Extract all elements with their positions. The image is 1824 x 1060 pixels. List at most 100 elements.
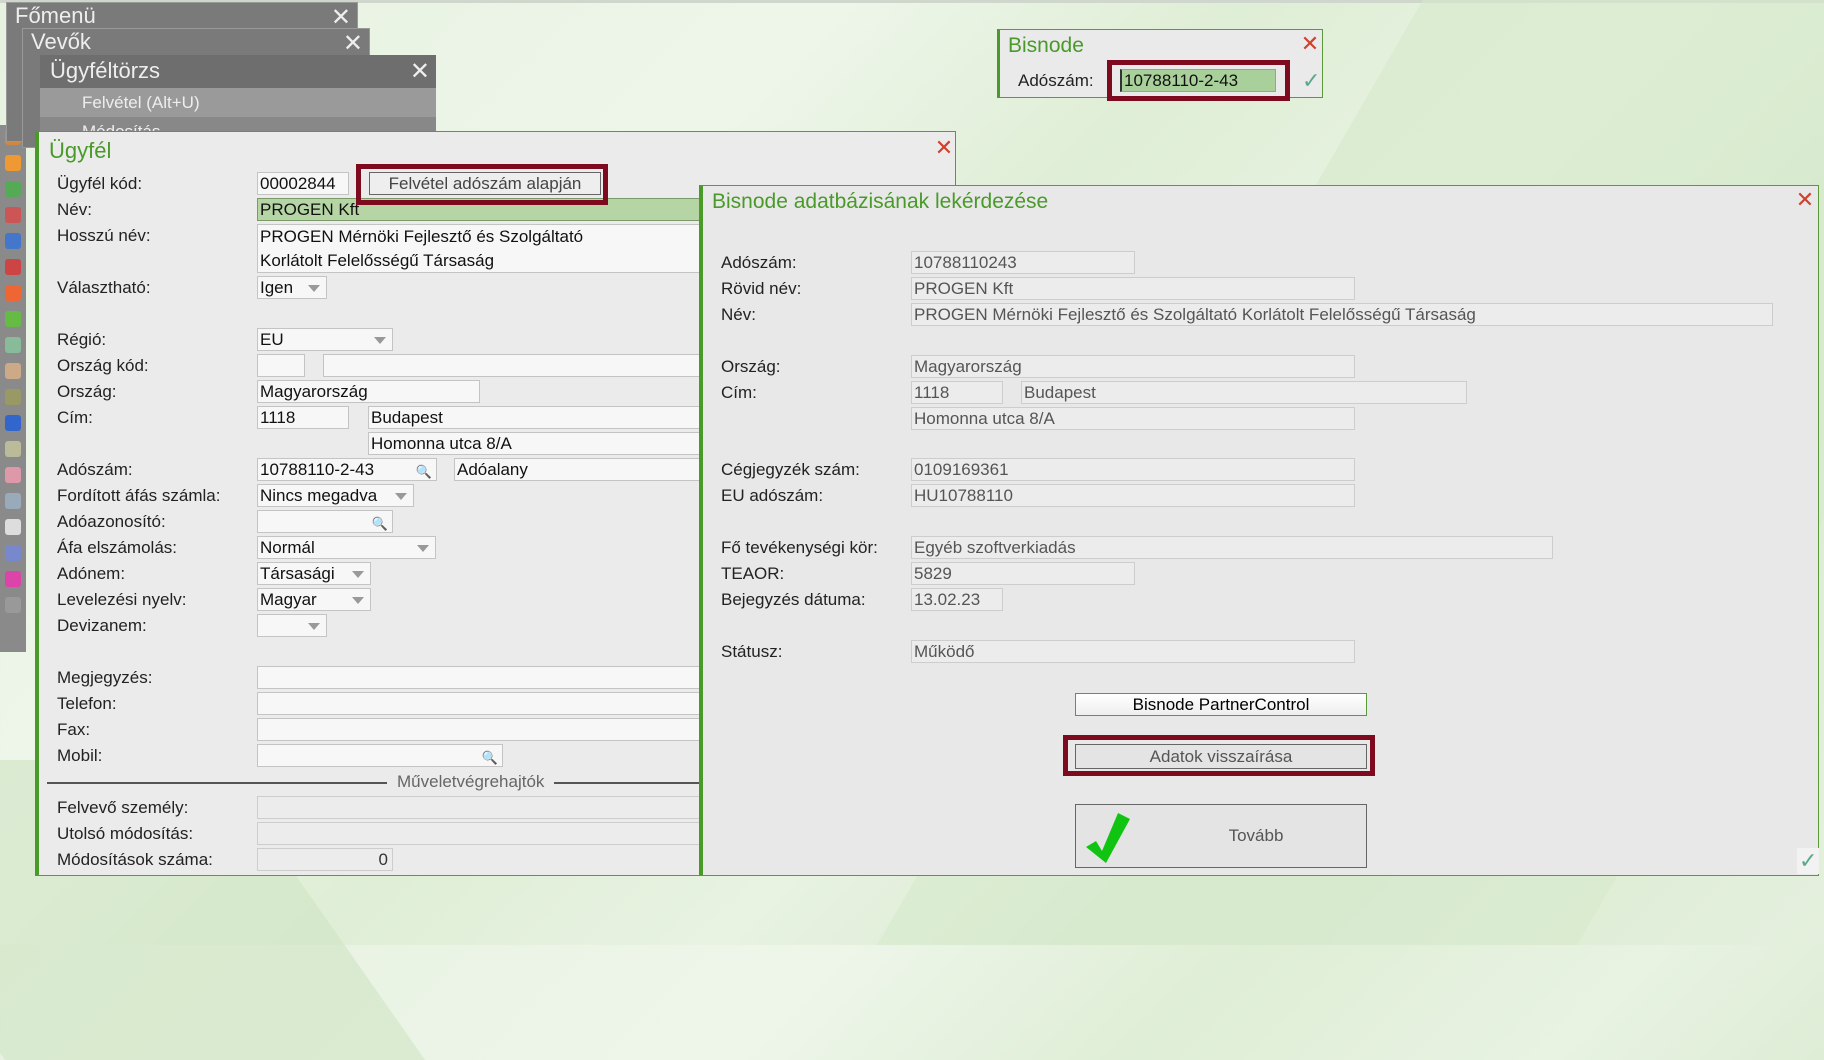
tools-icon[interactable] [5, 493, 21, 509]
country-code-field[interactable] [257, 354, 305, 377]
query-zip-field: 1118 [911, 381, 1003, 404]
label: Ország kód: [57, 356, 149, 375]
check-icon[interactable]: ✓ [1302, 68, 1320, 94]
reverse-vat-select[interactable]: Nincs megadva [257, 484, 414, 507]
label: Ország: [57, 382, 117, 401]
query-country-field: Magyarország [911, 355, 1355, 378]
query-street-field: Homonna utca 8/A [911, 407, 1355, 430]
selectable-select[interactable]: Igen [257, 276, 327, 299]
label: Telefon: [57, 694, 117, 713]
close-icon[interactable]: ✕ [410, 57, 430, 86]
app-icon[interactable] [5, 337, 21, 353]
app-icon[interactable] [5, 441, 21, 457]
country-code-name-field[interactable] [323, 354, 737, 377]
user-icon[interactable] [5, 467, 21, 483]
modification-count-field: 0 [257, 848, 393, 871]
tax-status-select[interactable]: Adóalany [454, 458, 737, 481]
close-icon[interactable]: ✕ [1795, 189, 1815, 211]
label: Név: [57, 200, 92, 219]
long-name-field[interactable]: PROGEN Mérnöki Fejlesztő és Szolgáltató K… [257, 224, 737, 273]
label: Fax: [57, 720, 91, 739]
app-icon[interactable] [5, 389, 21, 405]
check-icon[interactable]: ✓ [1797, 848, 1820, 874]
city-field[interactable]: Budapest [368, 406, 737, 429]
label: Felvevő személy: [57, 798, 189, 817]
note-field[interactable] [257, 666, 737, 689]
label: Devizanem: [57, 616, 147, 635]
street-field[interactable]: Homonna utca 8/A [368, 432, 737, 455]
close-icon[interactable]: ✕ [343, 29, 363, 58]
tax-number-value: 10788110-2-43 [260, 460, 375, 479]
tax-id-field[interactable]: 🔍 [257, 510, 393, 533]
language-select[interactable]: Magyar [257, 588, 371, 611]
label: Fordított áfás számla: [57, 486, 221, 505]
label: Bejegyzés dátuma: [721, 590, 866, 609]
chart-icon[interactable] [5, 311, 21, 327]
app-icon[interactable] [5, 285, 21, 301]
menu-item-add[interactable]: Felvétel (Alt+U) [40, 88, 436, 117]
label: Levelezési nyelv: [57, 590, 187, 609]
query-tax-field: 10788110243 [911, 251, 1135, 274]
app-icon[interactable] [5, 155, 21, 171]
label: Módosítások száma: [57, 850, 213, 869]
zip-field[interactable]: 1118 [257, 406, 349, 429]
label: Adószám: [57, 460, 133, 479]
cube-icon[interactable] [5, 571, 21, 587]
next-button-label: Tovább [1228, 826, 1284, 845]
tax-type-select[interactable]: Társasági [257, 562, 371, 585]
truck-icon[interactable] [5, 545, 21, 561]
close-icon[interactable]: ✕ [934, 137, 954, 159]
client-window-title: Ügyfél [49, 138, 112, 163]
label: Áfa elszámolás: [57, 538, 177, 557]
label: Cím: [721, 383, 757, 402]
tax-number-field[interactable]: 10788110-2-43 🔍 [257, 458, 437, 481]
app-icon[interactable] [5, 233, 21, 249]
country-field[interactable]: Magyarország [257, 380, 480, 403]
app-icon[interactable] [5, 207, 21, 223]
mobile-field[interactable]: 🔍 [257, 744, 503, 767]
paper-icon[interactable] [5, 519, 21, 535]
label: Rövid név: [721, 279, 802, 298]
box-icon[interactable] [5, 363, 21, 379]
check-icon [1086, 813, 1130, 863]
region-select[interactable]: EU [257, 328, 393, 351]
main-menu-title: Főmenü [15, 3, 96, 28]
search-icon[interactable]: 🔍 [482, 747, 498, 766]
registry-menu-title: Ügyféltörzs [50, 58, 161, 83]
search-icon[interactable]: 🔍 [372, 513, 388, 532]
app-icon[interactable] [5, 259, 21, 275]
label: Utolsó módosítás: [57, 824, 194, 843]
currency-select[interactable] [257, 614, 327, 637]
dialog-title: Bisnode adatbázisának lekérdezése [712, 190, 1049, 213]
gear-icon[interactable] [5, 597, 21, 613]
label: TEAOR: [721, 564, 785, 583]
app-icon[interactable] [5, 181, 21, 197]
label: Mobil: [57, 746, 103, 765]
label: Adószám: [721, 253, 797, 272]
label: Adónem: [57, 564, 126, 583]
label: EU adószám: [721, 486, 824, 505]
fax-field[interactable] [257, 718, 737, 741]
phone-field[interactable] [257, 692, 737, 715]
label: Régió: [57, 330, 107, 349]
highlight-box [1063, 735, 1375, 776]
query-city-field: Budapest [1021, 381, 1467, 404]
vat-settlement-select[interactable]: Normál [257, 536, 436, 559]
client-code-field[interactable]: 00002844 [257, 172, 349, 195]
creator-field [257, 796, 737, 819]
house-icon[interactable] [5, 415, 21, 431]
long-name-line: Korlátolt Felelősségű Társaság [260, 251, 495, 270]
label: Név: [721, 305, 756, 324]
query-registry-field: 0109169361 [911, 458, 1355, 481]
query-name-field: PROGEN Mérnöki Fejlesztő és Szolgáltató … [911, 303, 1773, 326]
partner-control-button[interactable]: Bisnode PartnerControl [1075, 693, 1367, 716]
label: Adószám: [1018, 71, 1094, 90]
query-teaor-field: 5829 [911, 562, 1135, 585]
query-eu-tax-field: HU10788110 [911, 484, 1355, 507]
next-button[interactable]: Tovább [1075, 804, 1367, 868]
query-activity-field: Egyéb szoftverkiadás [911, 536, 1553, 559]
customers-menu-title: Vevők [31, 29, 91, 54]
close-icon[interactable]: ✕ [1300, 33, 1320, 55]
bisnode-window-title: Bisnode [1008, 34, 1084, 57]
search-icon[interactable]: 🔍 [416, 461, 432, 480]
